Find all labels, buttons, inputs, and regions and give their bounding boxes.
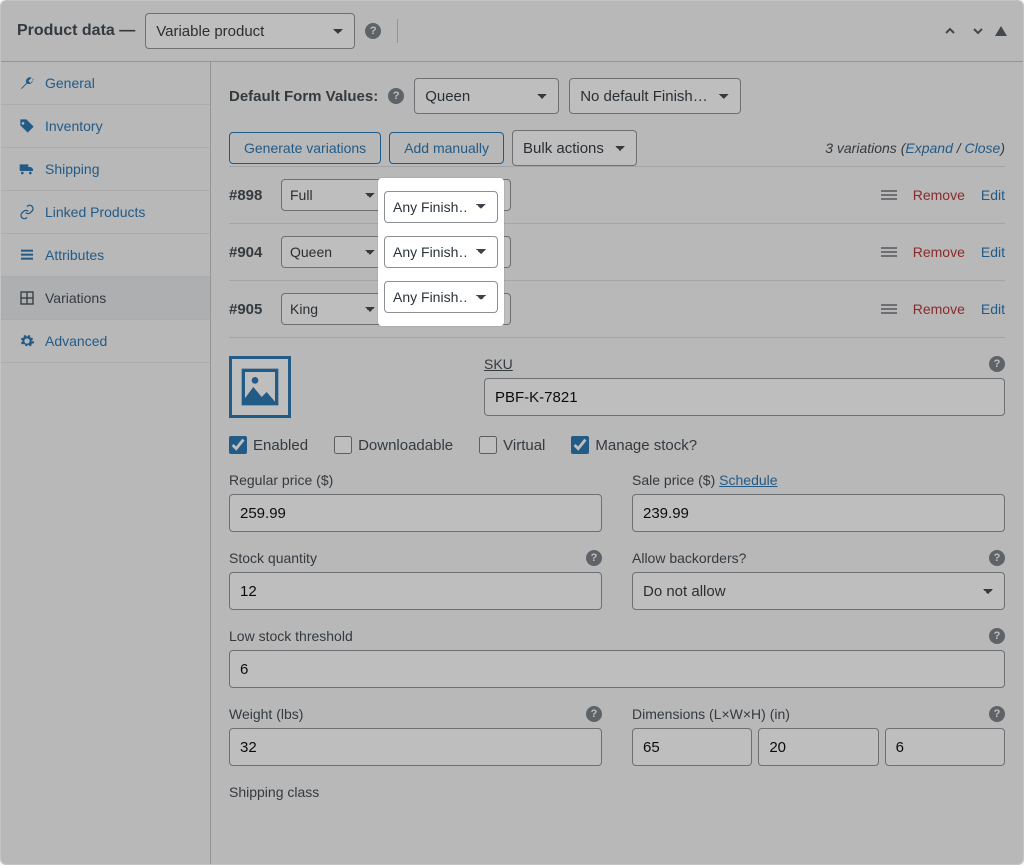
default-form-values-label: Default Form Values: — [229, 88, 378, 105]
virtual-checkbox[interactable]: Virtual — [479, 436, 545, 454]
reorder-handle-icon[interactable] — [881, 247, 897, 257]
low-stock-threshold-label: Low stock threshold — [229, 628, 353, 644]
stock-quantity-input[interactable] — [229, 572, 602, 610]
tab-label: Attributes — [45, 247, 104, 263]
remove-link[interactable]: Remove — [913, 187, 965, 203]
edit-link[interactable]: Edit — [981, 301, 1005, 317]
regular-price-input[interactable] — [229, 494, 602, 532]
tab-advanced[interactable]: Advanced — [1, 320, 210, 363]
variation-row: #898 Full Any Finish… Remove Edit — [229, 166, 1005, 223]
help-icon[interactable]: ? — [989, 628, 1005, 644]
sale-price-label: Sale price ($) Schedule — [632, 472, 1005, 488]
variation-id: #898 — [229, 187, 273, 204]
panel-header: Product data — Variable product ? — [1, 1, 1023, 62]
link-icon — [19, 204, 35, 220]
list-icon — [19, 247, 35, 263]
help-icon[interactable]: ? — [989, 356, 1005, 372]
help-icon[interactable]: ? — [388, 88, 404, 104]
tab-variations[interactable]: Variations — [1, 277, 210, 320]
allow-backorders-label: Allow backorders? — [632, 550, 746, 566]
tab-inventory[interactable]: Inventory — [1, 105, 210, 148]
variation-row: #904 Queen Any Finish… Remove Edit — [229, 223, 1005, 280]
variation-id: #905 — [229, 301, 273, 318]
variation-attr1-select[interactable]: Queen — [281, 236, 387, 268]
tab-attributes[interactable]: Attributes — [1, 234, 210, 277]
add-manually-button[interactable]: Add manually — [389, 132, 504, 164]
expand-link[interactable]: Expand — [905, 140, 952, 156]
wrench-icon — [19, 75, 35, 91]
default-attr1-select[interactable]: Queen — [414, 78, 559, 114]
close-link[interactable]: Close — [965, 140, 1001, 156]
variation-count-text: 3 variations (Expand / Close) — [825, 140, 1005, 156]
weight-label: Weight (lbs) — [229, 706, 303, 722]
truck-icon — [19, 161, 35, 177]
variation-attr2-select[interactable]: Any Finish… — [395, 179, 511, 211]
regular-price-label: Regular price ($) — [229, 472, 602, 488]
generate-variations-button[interactable]: Generate variations — [229, 132, 381, 164]
tab-label: General — [45, 75, 95, 91]
variation-attr1-select[interactable]: King — [281, 293, 387, 325]
default-attr2-select[interactable]: No default Finish… — [569, 78, 741, 114]
divider — [397, 19, 398, 43]
help-icon[interactable]: ? — [586, 550, 602, 566]
variation-detail: SKU? Enabled Downloadable Virtual Manage… — [229, 337, 1005, 800]
shipping-class-label: Shipping class — [229, 784, 1005, 800]
manage-stock-checkbox[interactable]: Manage stock? — [571, 436, 697, 454]
reorder-handle-icon[interactable] — [881, 190, 897, 200]
variations-panel: Default Form Values: ? Queen No default … — [211, 62, 1023, 865]
remove-link[interactable]: Remove — [913, 244, 965, 260]
sale-price-input[interactable] — [632, 494, 1005, 532]
dimensions-label: Dimensions (L×W×H) (in) — [632, 706, 790, 722]
panel-title: Product data — — [17, 22, 135, 40]
tag-icon — [19, 118, 35, 134]
allow-backorders-select[interactable]: Do not allow — [632, 572, 1005, 610]
grid-icon — [19, 290, 35, 306]
sku-label: SKU — [484, 356, 513, 372]
product-data-tabs: General Inventory Shipping Linked Produc… — [1, 62, 211, 865]
stock-quantity-label: Stock quantity — [229, 550, 317, 566]
variation-attr2-select[interactable]: Any Finish… — [395, 293, 511, 325]
dimension-height-input[interactable] — [885, 728, 1005, 766]
enabled-checkbox[interactable]: Enabled — [229, 436, 308, 454]
variation-id: #904 — [229, 244, 273, 261]
sku-input[interactable] — [484, 378, 1005, 416]
downloadable-checkbox[interactable]: Downloadable — [334, 436, 453, 454]
reorder-handle-icon[interactable] — [881, 304, 897, 314]
help-icon[interactable]: ? — [365, 23, 381, 39]
chevron-up-icon[interactable] — [939, 20, 961, 42]
variation-row: #905 King Any Finish… Remove Edit — [229, 280, 1005, 337]
help-icon[interactable]: ? — [586, 706, 602, 722]
tab-label: Linked Products — [45, 204, 145, 220]
variation-image-placeholder[interactable] — [229, 356, 291, 418]
gear-icon — [19, 333, 35, 349]
weight-input[interactable] — [229, 728, 602, 766]
dimension-length-input[interactable] — [632, 728, 752, 766]
chevron-down-icon[interactable] — [967, 20, 989, 42]
image-icon — [240, 367, 280, 407]
collapse-panel-icon[interactable] — [995, 26, 1007, 36]
tab-label: Advanced — [45, 333, 107, 349]
low-stock-threshold-input[interactable] — [229, 650, 1005, 688]
bulk-actions-select[interactable]: Bulk actions — [512, 130, 637, 166]
remove-link[interactable]: Remove — [913, 301, 965, 317]
product-type-select[interactable]: Variable product — [145, 13, 355, 49]
tab-label: Shipping — [45, 161, 100, 177]
tab-general[interactable]: General — [1, 62, 210, 105]
variation-attr2-select[interactable]: Any Finish… — [395, 236, 511, 268]
tab-label: Variations — [45, 290, 106, 306]
help-icon[interactable]: ? — [989, 706, 1005, 722]
help-icon[interactable]: ? — [989, 550, 1005, 566]
tab-linked-products[interactable]: Linked Products — [1, 191, 210, 234]
tab-label: Inventory — [45, 118, 103, 134]
tab-shipping[interactable]: Shipping — [1, 148, 210, 191]
dimension-width-input[interactable] — [758, 728, 878, 766]
schedule-link[interactable]: Schedule — [719, 472, 777, 488]
edit-link[interactable]: Edit — [981, 244, 1005, 260]
edit-link[interactable]: Edit — [981, 187, 1005, 203]
variation-attr1-select[interactable]: Full — [281, 179, 387, 211]
